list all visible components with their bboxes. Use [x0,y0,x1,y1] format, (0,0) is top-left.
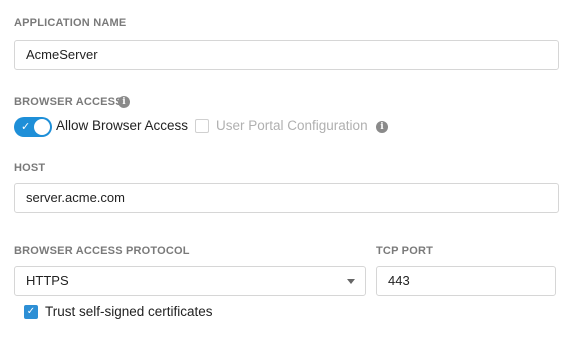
toggle-knob [34,119,50,135]
app-config-form: APPLICATION NAME AcmeServer BROWSER ACCE… [0,0,570,345]
host-input[interactable]: server.acme.com [14,183,559,213]
chevron-down-icon[interactable] [347,279,355,284]
protocol-label: BROWSER ACCESS PROTOCOL [14,245,190,257]
info-icon[interactable]: i [118,96,130,108]
trust-certs-checkbox[interactable]: ✓ [24,305,38,319]
protocol-select[interactable]: HTTPS [14,266,366,296]
checkmark-icon: ✓ [26,306,36,317]
tcp-port-input[interactable]: 443 [376,266,556,296]
application-name-label: APPLICATION NAME [14,17,127,29]
tcp-port-label: TCP PORT [376,245,434,257]
user-portal-checkbox[interactable] [195,119,209,133]
protocol-selected-value: HTTPS [26,273,69,288]
trust-certs-label: Trust self-signed certificates [45,304,213,319]
allow-browser-access-toggle[interactable]: ✓ [14,117,52,137]
allow-browser-access-label: Allow Browser Access [56,118,189,133]
application-name-input[interactable]: AcmeServer [14,40,559,70]
user-portal-info-icon[interactable]: i [376,121,388,133]
host-label: HOST [14,162,46,174]
checkmark-icon: ✓ [21,120,31,133]
user-portal-label: User Portal Configuration [216,118,368,133]
browser-access-label: BROWSER ACCESS [14,96,123,108]
